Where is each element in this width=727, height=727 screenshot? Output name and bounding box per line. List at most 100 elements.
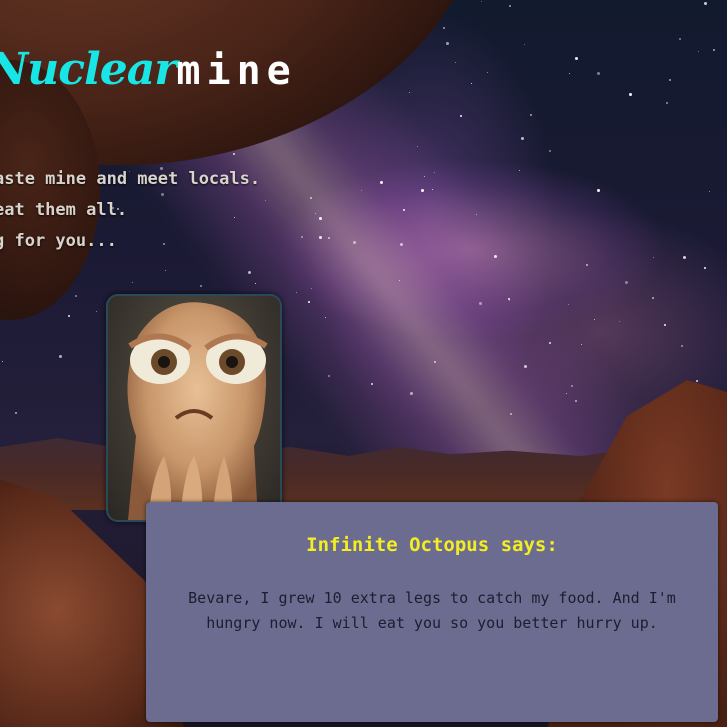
star — [328, 375, 330, 377]
star — [704, 2, 707, 5]
octopus-face-icon — [127, 302, 268, 520]
star — [698, 51, 699, 52]
star — [524, 44, 525, 45]
star — [586, 264, 588, 266]
star — [581, 344, 582, 345]
star — [696, 380, 698, 382]
star — [353, 241, 356, 244]
star — [530, 114, 532, 116]
star — [597, 72, 600, 75]
intro-text: aste mine and meet locals. eat them all.… — [0, 164, 260, 257]
star — [521, 137, 524, 140]
game-logo: Nuclearmine — [0, 48, 297, 92]
star — [629, 93, 632, 96]
star — [549, 342, 551, 344]
star — [443, 27, 445, 29]
star — [409, 92, 410, 93]
star — [417, 146, 418, 147]
star — [400, 243, 403, 246]
star — [566, 393, 567, 394]
star — [380, 181, 383, 184]
dialog-box: Infinite Octopus says: Bevare, I grew 10… — [146, 502, 718, 722]
star — [625, 281, 628, 284]
star — [664, 324, 666, 326]
star — [619, 321, 620, 322]
star — [652, 297, 654, 299]
star — [315, 213, 316, 214]
star — [434, 172, 435, 173]
star — [432, 189, 433, 190]
star — [310, 197, 312, 199]
star — [2, 361, 3, 362]
star — [568, 304, 569, 305]
star — [68, 315, 70, 317]
intro-line: eat them all. — [0, 200, 128, 220]
star — [481, 1, 482, 2]
star — [509, 300, 510, 301]
star — [510, 413, 512, 415]
star — [519, 170, 520, 171]
star — [575, 400, 577, 402]
star — [471, 83, 472, 84]
star — [549, 150, 551, 152]
star — [446, 42, 449, 45]
star — [75, 295, 77, 297]
logo-mine: mine — [176, 48, 297, 94]
star — [296, 292, 297, 293]
star — [132, 282, 133, 283]
star — [265, 200, 266, 201]
star — [709, 191, 710, 192]
star — [594, 319, 595, 320]
star — [669, 79, 671, 81]
star — [371, 383, 373, 385]
star — [424, 176, 425, 177]
star — [494, 255, 497, 258]
star — [683, 256, 686, 259]
logo-nuclear: Nuclear — [0, 44, 177, 95]
octopus-portrait-icon — [106, 294, 282, 522]
star — [96, 311, 97, 312]
star — [233, 153, 235, 155]
star — [524, 365, 527, 368]
star — [653, 257, 654, 258]
star — [434, 361, 436, 363]
star — [311, 288, 312, 289]
star — [410, 392, 413, 395]
star — [301, 236, 303, 238]
star — [575, 57, 578, 60]
intro-line: g for you... — [0, 231, 117, 251]
star — [200, 285, 202, 287]
star — [509, 5, 511, 7]
star — [165, 270, 166, 271]
intro-line: aste mine and meet locals. — [0, 169, 261, 189]
star — [479, 302, 482, 305]
star — [403, 209, 405, 211]
star — [476, 214, 477, 215]
star — [487, 72, 488, 73]
star — [255, 283, 256, 284]
dialog-message: Bevare, I grew 10 extra legs to catch my… — [188, 589, 676, 632]
star — [571, 385, 573, 387]
star — [319, 236, 322, 239]
star — [679, 38, 681, 40]
star — [597, 189, 600, 192]
star — [681, 345, 683, 347]
star — [361, 190, 362, 191]
star — [15, 412, 17, 414]
star — [328, 237, 330, 239]
star — [713, 49, 715, 51]
star — [704, 267, 706, 269]
speaker-name: Infinite Octopus says: — [306, 534, 558, 556]
star — [325, 317, 326, 318]
star — [666, 102, 668, 104]
star — [455, 62, 456, 63]
star — [59, 355, 62, 358]
star — [399, 280, 400, 281]
star — [308, 301, 310, 303]
star — [569, 73, 570, 74]
star — [319, 217, 322, 220]
star — [460, 115, 462, 117]
star — [248, 271, 251, 274]
star — [508, 298, 510, 300]
star — [421, 189, 424, 192]
